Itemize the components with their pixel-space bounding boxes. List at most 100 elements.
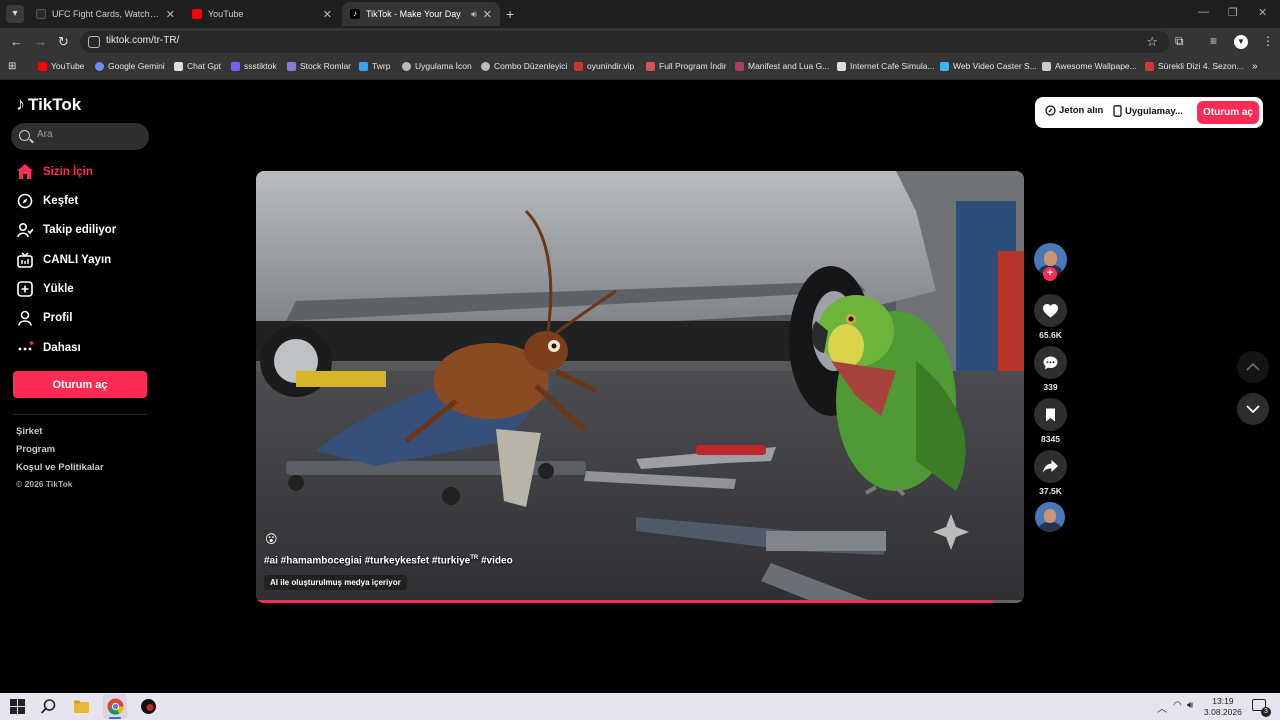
heart-icon <box>1043 303 1058 317</box>
taskbar-clock[interactable]: 13:19 3.08.2026 <box>1204 696 1242 718</box>
save-button[interactable] <box>1034 398 1067 431</box>
next-video-button[interactable] <box>1237 393 1269 425</box>
bookmark-internet-cafe[interactable]: Internet Cafe Simula... <box>837 61 935 71</box>
bookmark-uygulama-icon[interactable]: Uygulama İcon <box>402 61 472 71</box>
back-icon[interactable]: ← <box>10 34 23 49</box>
address-bar-row: ← → ↻ tiktok.com/tr-TR/ ☆ ⧉ ≡ ▼ ⋮ <box>0 28 1280 56</box>
nav-more[interactable]: Dahası <box>16 339 81 356</box>
reload-icon[interactable]: ↻ <box>58 34 69 50</box>
nav-upload[interactable]: Yükle <box>16 280 74 297</box>
nav-for-you[interactable]: Sizin İçin <box>16 163 93 180</box>
avatar-face <box>1044 509 1056 523</box>
bookmark-label: oyunindir.vip <box>587 61 635 71</box>
bookmark-label: Full Program İndir <box>659 61 727 71</box>
profile-avatar-icon[interactable]: ▼ <box>1234 35 1248 49</box>
bookmark-manifest[interactable]: Manifest and Lua G... <box>735 61 829 71</box>
video-caption[interactable]: #ai #hamambocegiai #turkeykesfet #turkiy… <box>264 555 513 566</box>
speaker-icon[interactable]: 🔊︎ <box>471 9 477 20</box>
music-disc-avatar[interactable] <box>1035 502 1065 532</box>
tiktok-logo[interactable]: ♪ TikTok <box>16 94 81 115</box>
bookmark-gemini[interactable]: Google Gemini <box>95 61 165 71</box>
new-tab-button[interactable]: + <box>506 6 514 22</box>
bookmark-surekli-dizi[interactable]: Sürekli Dizi 4. Sezon... <box>1145 61 1244 71</box>
bookmark-label: Web Video Caster S... <box>953 61 1037 71</box>
notification-center-icon[interactable]: 3 <box>1252 699 1271 717</box>
search-box[interactable] <box>11 123 149 150</box>
nav-label: Keşfet <box>43 194 79 207</box>
youtube-icon <box>192 9 202 19</box>
close-icon[interactable]: ✕ <box>166 8 175 21</box>
footer-link-program[interactable]: Program <box>16 444 55 455</box>
footer-link-company[interactable]: Şirket <box>16 426 42 437</box>
tab-search-button[interactable]: ▾ <box>6 5 24 23</box>
caption-tag-video[interactable]: #video <box>478 555 513 566</box>
app-taskbar-icon[interactable] <box>140 698 157 715</box>
rom-icon <box>287 61 296 71</box>
previous-video-button[interactable] <box>1237 351 1269 383</box>
restore-icon[interactable]: ❐ <box>1228 6 1238 19</box>
tab-tiktok[interactable]: ♪ TikTok - Make Your Day 🔊︎ ✕ <box>342 2 500 26</box>
search-icon[interactable] <box>19 130 30 141</box>
sidebar-divider <box>13 414 147 415</box>
bookmark-youtube[interactable]: YouTube <box>38 61 84 71</box>
bookmark-label: Chat Gpt <box>187 61 222 71</box>
video-player[interactable]: 😮 #ai #hamambocegiai #turkeykesfet #turk… <box>256 171 1024 603</box>
sidebar-login-button[interactable]: Oturum aç <box>13 371 147 398</box>
bookmark-stock-romlar[interactable]: Stock Romlar <box>287 61 351 71</box>
oyunindir-icon <box>574 61 583 71</box>
bookmark-ssstiktok[interactable]: ssstiktok <box>231 61 277 71</box>
nav-live[interactable]: CANLI Yayın <box>16 251 111 268</box>
get-app-button[interactable]: Uygulamay... <box>1113 105 1183 117</box>
follow-button[interactable]: + <box>1043 267 1057 281</box>
nav-profile[interactable]: Profil <box>16 309 72 326</box>
tiktok-page: ♪ TikTok Sizin İçin Keşfet Takip ediliyo… <box>0 80 1280 693</box>
browser-menu-icon[interactable]: ⋮ <box>1262 34 1274 48</box>
bookmark-chatgpt[interactable]: Chat Gpt <box>174 61 221 71</box>
comment-button[interactable] <box>1034 346 1067 379</box>
bookmark-twrp[interactable]: Twrp <box>359 61 390 71</box>
video-progress-bar[interactable] <box>256 600 1024 603</box>
bookmark-combo[interactable]: Combo Düzenleyici <box>481 61 567 71</box>
nav-following[interactable]: Takip ediliyor <box>16 221 116 238</box>
window-close-icon[interactable]: ✕ <box>1258 6 1267 19</box>
share-button[interactable] <box>1034 450 1067 483</box>
get-coins-button[interactable]: Jeton alın <box>1045 105 1103 116</box>
bookmarks-overflow-button[interactable]: » <box>1252 61 1258 72</box>
bookmark-oyunindir[interactable]: oyunindir.vip <box>574 61 634 71</box>
windows-start-icon[interactable] <box>9 698 26 715</box>
nav-explore[interactable]: Keşfet <box>16 192 78 209</box>
taskbar-search-icon[interactable] <box>40 698 57 715</box>
file-explorer-icon[interactable] <box>73 698 90 715</box>
bookmark-awesome-wallpapers[interactable]: Awesome Wallpape... <box>1042 61 1137 71</box>
bookmark-web-video-caster[interactable]: Web Video Caster S... <box>940 61 1037 71</box>
avatar-body <box>1039 522 1061 532</box>
search-input[interactable] <box>37 129 137 140</box>
url-text[interactable]: tiktok.com/tr-TR/ <box>106 35 179 46</box>
extensions-icon[interactable]: ⧉ <box>1175 34 1184 49</box>
top-login-button[interactable]: Oturum aç <box>1196 101 1259 124</box>
wifi-icon[interactable]: ◠ <box>1173 700 1182 711</box>
media-control-icon[interactable]: ≡ <box>1210 34 1217 48</box>
tray-overflow-icon[interactable]: ︿ <box>1157 700 1167 715</box>
tab-title: YouTube <box>208 9 244 19</box>
chrome-taskbar-button[interactable] <box>103 694 127 719</box>
caption-tags[interactable]: #ai #hamambocegiai #turkeykesfet #turkiy… <box>264 555 470 566</box>
tab-title: TikTok - Make Your Day <box>366 9 461 19</box>
omnibox[interactable]: tiktok.com/tr-TR/ ☆ <box>80 31 1170 53</box>
close-icon[interactable]: ✕ <box>323 8 332 21</box>
profile-icon <box>16 309 33 326</box>
bookmark-full-program[interactable]: Full Program İndir <box>646 61 727 71</box>
like-button[interactable] <box>1034 294 1067 327</box>
site-info-icon[interactable] <box>88 36 100 48</box>
apps-grid-icon[interactable]: ⊞ <box>8 61 16 72</box>
volume-icon[interactable]: 🔊︎ <box>1187 700 1193 711</box>
bookmark-star-icon[interactable]: ☆ <box>1146 34 1158 50</box>
minimize-icon[interactable]: — <box>1198 6 1209 18</box>
footer-link-terms[interactable]: Koşul ve Politikalar <box>16 462 104 473</box>
forward-icon[interactable]: → <box>34 34 47 49</box>
close-icon[interactable]: ✕ <box>483 8 492 21</box>
tab-youtube[interactable]: YouTube ✕ <box>184 2 340 26</box>
twrp-icon <box>359 61 368 71</box>
chrome-icon <box>107 698 124 715</box>
tab-ufc[interactable]: UFC Fight Cards, Watch Times, I ✕ <box>28 2 183 26</box>
